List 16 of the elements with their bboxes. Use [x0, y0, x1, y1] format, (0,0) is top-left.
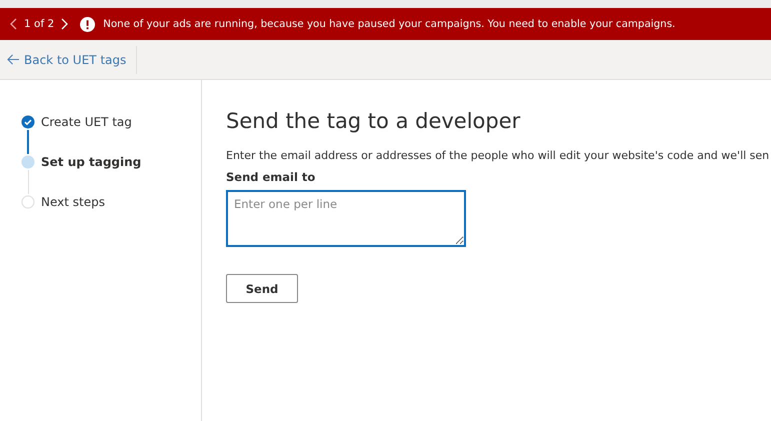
email-field[interactable]: Enter one per line	[226, 190, 466, 247]
alert-icon	[80, 16, 96, 32]
alert-message: None of your ads are running, because you have paused your campaigns. You need to enable your campaigns.	[103, 18, 676, 30]
page-title: Send the tag to a developer	[226, 109, 522, 133]
field-label: Send email to	[226, 170, 316, 184]
pager-text: 1 of 2	[24, 18, 54, 30]
back-link[interactable]: Back to UET tags	[0, 40, 136, 79]
back-arrow-icon	[7, 54, 20, 65]
description-text: Enter the email address or addresses of the people who will edit your website's code and we'll sen	[226, 149, 770, 162]
step-current-icon	[21, 155, 35, 169]
send-button[interactable]: Send	[226, 274, 298, 303]
previous-icon[interactable]	[10, 18, 18, 30]
step-label: Create UET tag	[41, 115, 132, 129]
step-label: Set up tagging	[41, 155, 142, 169]
next-icon[interactable]	[60, 18, 68, 30]
step-label: Next steps	[41, 195, 105, 209]
